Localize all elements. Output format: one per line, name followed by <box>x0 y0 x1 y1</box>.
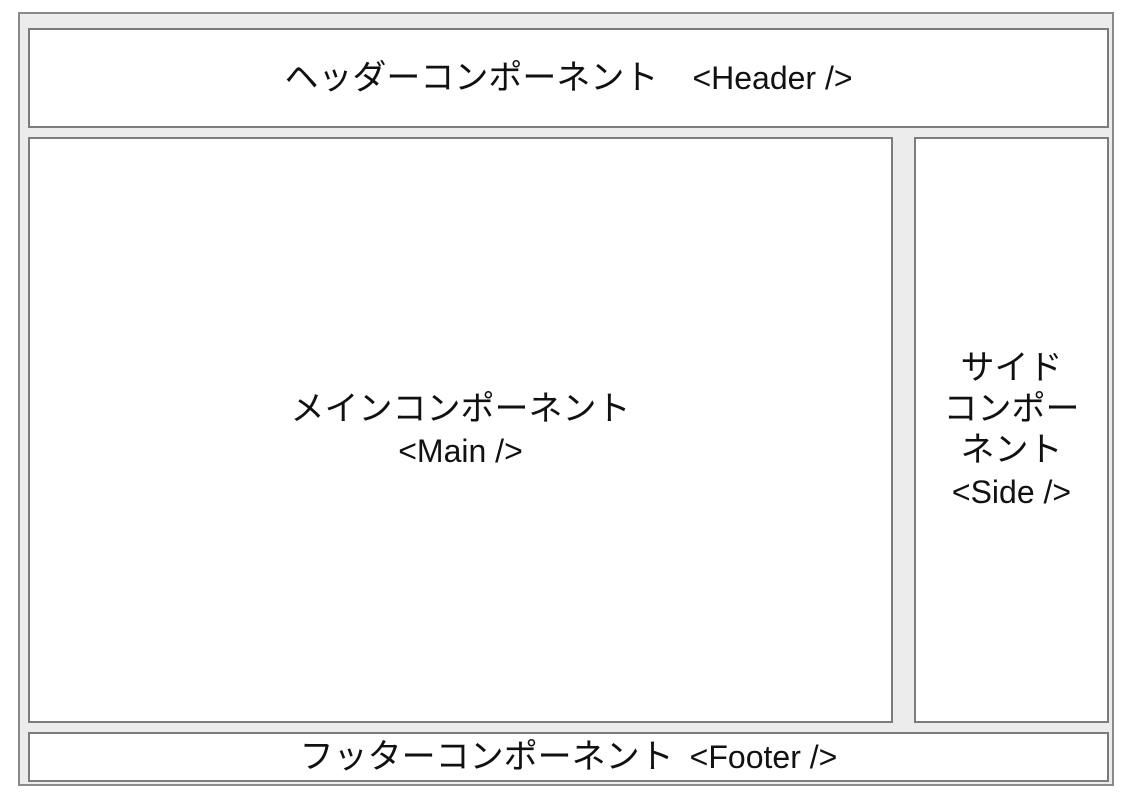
header-component: ヘッダーコンポーネント <Header /> <box>28 28 1109 128</box>
main-content: メインコンポーネント <Main /> <box>291 388 631 472</box>
side-tag: <Side /> <box>951 473 1072 510</box>
main-component: メインコンポーネント <Main /> <box>28 137 893 723</box>
header-content: ヘッダーコンポーネント <Header /> <box>284 57 852 99</box>
footer-component: フッターコンポーネント <Footer /> <box>28 732 1109 782</box>
main-label: メインコンポーネント <box>290 389 631 429</box>
side-label-line-2: コンポー <box>943 388 1080 429</box>
side-label-line-1: サイド <box>960 347 1063 388</box>
side-component: サイド コンポー ネント <Side /> <box>914 137 1109 723</box>
header-tag: <Header /> <box>692 60 853 96</box>
footer-label: フッターコンポーネント <box>299 737 674 777</box>
header-label: ヘッダーコンポーネント <box>284 58 659 98</box>
footer-content: フッターコンポーネント <Footer /> <box>300 736 838 778</box>
main-tag: <Main /> <box>398 433 523 469</box>
side-label-line-3: ネント <box>960 429 1063 470</box>
footer-tag: <Footer /> <box>689 739 838 775</box>
side-content: サイド コンポー ネント <Side /> <box>944 348 1080 513</box>
